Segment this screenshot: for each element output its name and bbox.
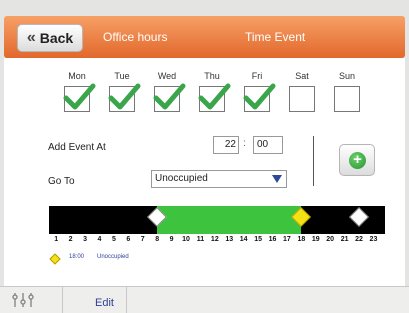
time-event-panel: Mon Tue Wed Thu Fri Sat Sun Add Event At 22 : … xyxy=(4,58,405,286)
breadcrumb-office-hours[interactable]: Office hours xyxy=(103,30,167,44)
day-checkbox-sun[interactable] xyxy=(334,86,360,112)
hour-tick-label: 7 xyxy=(140,236,145,243)
app-frame: « Back Office hours Time Event Mon Tue Wed… xyxy=(0,0,409,313)
hour-tick-label: 4 xyxy=(97,236,102,243)
add-event-label: Add Event At xyxy=(48,142,106,153)
checkmark-icon xyxy=(63,83,96,110)
day-label: Sun xyxy=(338,71,355,81)
legend-mode: Unoccupied xyxy=(97,254,129,260)
checkmark-icon xyxy=(108,83,141,110)
hour-tick-label: 10 xyxy=(182,236,190,243)
day-selector: Mon Tue Wed Thu Fri Sat Sun xyxy=(60,70,360,116)
day-checkbox-wed[interactable] xyxy=(153,83,186,112)
hour-tick-label: 6 xyxy=(126,236,131,243)
hour-axis: 1 2 3 4 5 6 7 8 9 10 11 12 13 14 15 16 17 18 19 20 21 22 23 xyxy=(49,236,385,248)
goto-label: Go To xyxy=(48,176,75,187)
day-tue: Tue xyxy=(105,70,141,112)
day-checkbox-sat[interactable] xyxy=(289,86,315,112)
hour-tick-label: 2 xyxy=(68,236,73,243)
toolbar-divider xyxy=(126,287,127,313)
hour-tick-label: 12 xyxy=(210,236,219,243)
day-wed: Wed xyxy=(150,70,186,112)
hour-tick-label: 11 xyxy=(196,236,205,243)
day-sun: Sun xyxy=(330,70,364,112)
day-checkbox-thu[interactable] xyxy=(198,83,231,112)
edit-tab[interactable]: Edit xyxy=(95,297,114,309)
toolbar-divider xyxy=(62,287,63,313)
hour-tick-label: 1 xyxy=(54,236,59,243)
day-sat: Sat xyxy=(285,70,319,112)
occupied-range xyxy=(157,206,302,234)
day-checkbox-mon[interactable] xyxy=(63,83,96,112)
hour-tick-label: 16 xyxy=(268,236,277,243)
day-checkbox-fri[interactable] xyxy=(243,83,276,112)
hour-tick-label: 13 xyxy=(225,236,234,243)
divider xyxy=(313,136,314,186)
header-bar: « Back Office hours Time Event xyxy=(4,16,405,58)
minute-input[interactable]: 00 xyxy=(253,136,283,154)
hour-tick-label: 8 xyxy=(155,236,160,243)
day-checkbox-tue[interactable] xyxy=(108,83,141,112)
goto-value: Unoccupied xyxy=(155,173,208,184)
legend-time: 18:00 xyxy=(69,254,85,260)
hour-tick-label: 14 xyxy=(239,236,248,243)
back-button[interactable]: « Back xyxy=(17,24,83,52)
hour-tick-label: 21 xyxy=(340,236,349,243)
schedule-timeline[interactable] xyxy=(49,206,385,234)
hour-tick-label: 5 xyxy=(111,236,116,243)
event-marker[interactable] xyxy=(349,207,369,227)
hour-tick-label: 20 xyxy=(326,236,335,243)
hour-tick-label: 22 xyxy=(355,236,363,243)
plus-icon: + xyxy=(349,152,366,169)
sliders-icon[interactable] xyxy=(11,291,35,313)
add-event-button[interactable]: + xyxy=(339,144,375,176)
hour-input[interactable]: 22 xyxy=(213,136,239,154)
hour-tick-label: 3 xyxy=(83,236,87,243)
hour-tick-label: 15 xyxy=(254,236,262,243)
dropdown-arrow-icon[interactable] xyxy=(272,175,282,183)
hour-tick-label: 19 xyxy=(311,236,320,243)
bottom-toolbar: Edit xyxy=(0,286,409,313)
checkmark-icon xyxy=(153,83,186,110)
day-label: Sat xyxy=(295,71,309,81)
hour-tick-label: 17 xyxy=(283,236,291,243)
time-separator: : xyxy=(243,138,246,149)
hour-tick-label: 23 xyxy=(369,236,378,243)
day-thu: Thu xyxy=(195,70,231,112)
event-marker-icon xyxy=(49,253,61,265)
hour-tick-label: 18 xyxy=(297,236,306,243)
hour-tick-label: 9 xyxy=(169,236,174,243)
back-label: Back xyxy=(39,30,74,46)
breadcrumb-time-event: Time Event xyxy=(245,30,306,44)
chevron-left-icon: « xyxy=(26,29,36,46)
day-mon: Mon xyxy=(60,70,96,112)
day-fri: Fri xyxy=(240,70,276,112)
checkmark-icon xyxy=(198,83,231,110)
goto-select[interactable]: Unoccupied xyxy=(151,170,287,188)
checkmark-icon xyxy=(243,83,276,110)
